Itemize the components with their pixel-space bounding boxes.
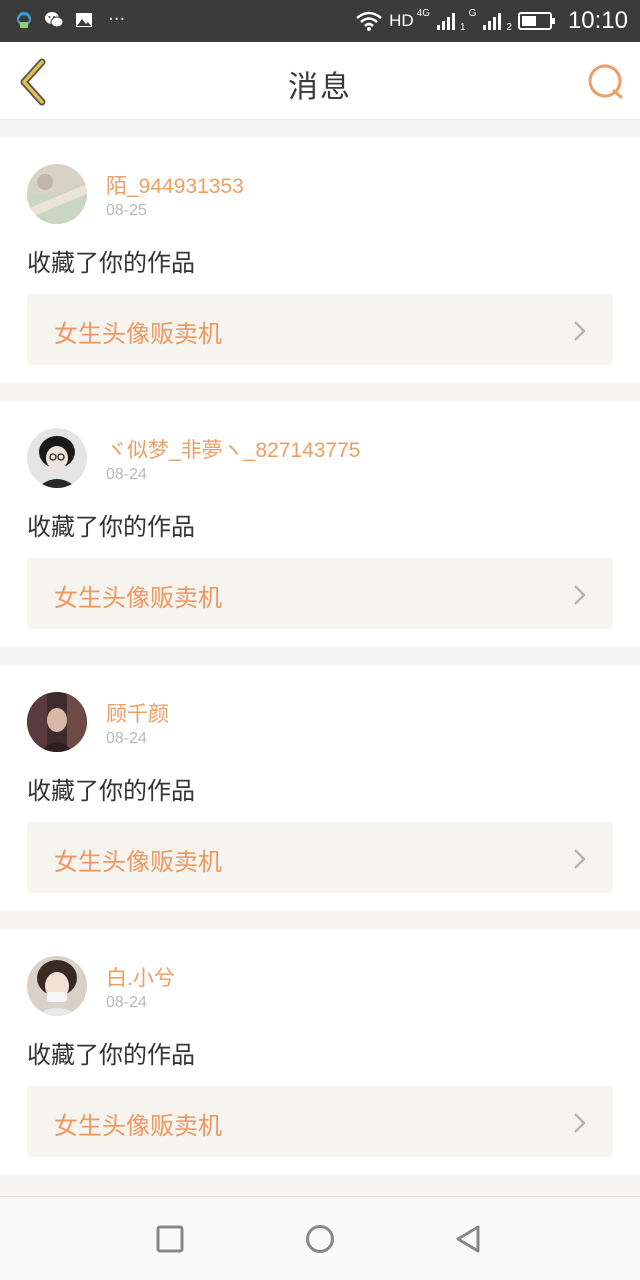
action-text: 收藏了你的作品 [27,777,195,805]
more-dots-icon: ··· [108,9,126,30]
status-bar: ··· HD 4G 1 G 2 10:10 [0,0,640,42]
recents-square-icon[interactable] [153,1222,187,1256]
chevron-right-icon [574,585,586,605]
page-title: 消息 [288,70,352,105]
home-circle-icon[interactable] [303,1222,337,1256]
message-date: 08-24 [106,730,147,747]
image-icon [76,13,92,27]
username[interactable]: 顾千颜 [106,698,169,728]
username[interactable]: 白.小兮 [106,962,175,992]
system-nav-bar [0,1196,640,1280]
username[interactable]: ヾ似梦_非夢ヽ_827143775 [106,434,360,464]
app-header: 消息 [0,42,640,120]
message-card: ヾ似梦_非夢ヽ_827143775 08-24 收藏了你的作品 女生头像贩卖机 [0,401,640,647]
message-list: 陌_944931353 08-25 收藏了你的作品 女生头像贩卖机 ヾ似梦_非夢… [0,137,640,1193]
message-date: 08-24 [106,466,147,483]
message-card: 顾千颜 08-24 收藏了你的作品 女生头像贩卖机 [0,665,640,911]
action-text: 收藏了你的作品 [27,513,195,541]
message-card: 白.小兮 08-24 收藏了你的作品 女生头像贩卖机 [0,929,640,1175]
status-bar-right: HD 4G 1 G 2 10:10 [355,6,628,36]
notification-icon [17,12,32,28]
work-link[interactable]: 女生头像贩卖机 [27,558,613,629]
chevron-right-icon [574,321,586,341]
action-text: 收藏了你的作品 [27,1041,195,1069]
sim2-index: 2 [506,21,512,33]
message-card: 陌_944931353 08-25 收藏了你的作品 女生头像贩卖机 [0,137,640,383]
chevron-right-icon [574,849,586,869]
message-date: 08-24 [106,994,147,1011]
sim2-type: G [468,7,477,19]
chevron-right-icon [574,1113,586,1133]
wifi-icon [356,11,382,31]
wechat-icon [45,12,64,28]
work-title: 女生头像贩卖机 [54,320,222,348]
work-link[interactable]: 女生头像贩卖机 [27,294,613,365]
work-link[interactable]: 女生头像贩卖机 [27,1086,613,1157]
status-bar-left: ··· [14,10,125,30]
message-date: 08-25 [106,202,147,219]
work-title: 女生头像贩卖机 [54,1112,222,1140]
network-label: HD [389,11,414,30]
avatar[interactable] [27,956,87,1016]
avatar[interactable] [27,692,87,752]
clock: 10:10 [567,7,628,34]
action-text: 收藏了你的作品 [27,249,195,277]
sim1-index: 1 [460,21,466,33]
signal-icon [437,13,456,30]
avatar[interactable] [27,164,87,224]
avatar[interactable] [27,428,87,488]
username[interactable]: 陌_944931353 [106,170,244,200]
work-title: 女生头像贩卖机 [54,848,222,876]
back-triangle-icon[interactable] [452,1222,486,1256]
work-link[interactable]: 女生头像贩卖机 [27,822,613,893]
sim1-type: 4G [416,7,431,19]
battery-icon [517,12,555,30]
work-title: 女生头像贩卖机 [54,584,222,612]
signal-icon [483,13,502,30]
search-icon[interactable] [586,62,626,102]
